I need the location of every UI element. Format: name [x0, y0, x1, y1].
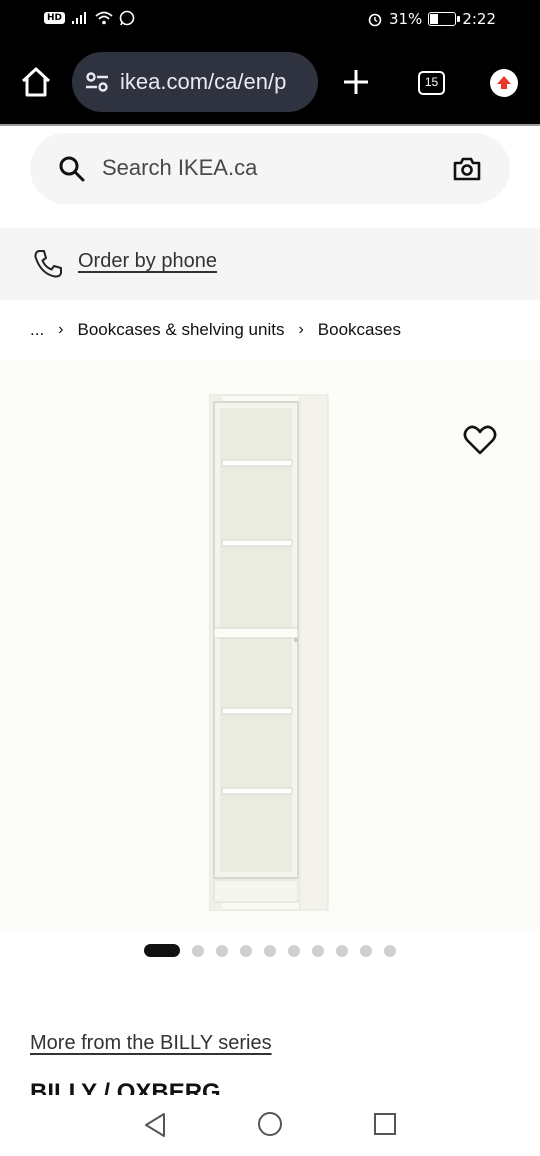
recent-apps-icon[interactable] — [373, 1112, 397, 1136]
update-button[interactable] — [490, 69, 518, 97]
url-text[interactable]: ikea.com/ca/en/p — [120, 69, 286, 95]
nav-home-icon[interactable] — [257, 1111, 283, 1137]
carousel-dot[interactable] — [288, 944, 300, 957]
product-image-bookcase — [209, 394, 329, 911]
status-left: HD — [44, 10, 135, 26]
camera-icon[interactable] — [452, 155, 482, 183]
order-by-phone-bar: Order by phone — [0, 228, 540, 300]
back-icon[interactable] — [142, 1111, 168, 1139]
alarm-icon — [368, 13, 382, 27]
home-icon[interactable] — [18, 64, 54, 100]
breadcrumb-item-bookcases[interactable]: Bookcases — [318, 320, 401, 340]
breadcrumb-ellipsis[interactable]: ... — [30, 320, 44, 340]
carousel-dot-active[interactable] — [144, 944, 180, 957]
breadcrumb-item-bookcases-shelving[interactable]: Bookcases & shelving units — [78, 320, 285, 340]
browser-toolbar: ikea.com/ca/en/p 15 — [0, 40, 540, 126]
order-by-phone-link[interactable]: Order by phone — [78, 250, 217, 273]
battery-fill — [430, 14, 439, 24]
site-settings-icon[interactable] — [84, 70, 110, 94]
breadcrumb: ... › Bookcases & shelving units › Bookc… — [30, 320, 401, 340]
toolbar-divider — [0, 124, 540, 126]
series-link[interactable]: More from the BILLY series — [30, 1032, 272, 1055]
battery-percent: 31% — [388, 10, 423, 28]
chevron-right-icon: › — [58, 321, 64, 338]
tab-switcher-button[interactable]: 15 — [418, 71, 445, 95]
new-tab-icon[interactable] — [340, 66, 372, 98]
status-bar: HD 31% 2:22 — [0, 0, 540, 40]
update-arrow-icon — [497, 76, 511, 89]
carousel-dot[interactable] — [240, 944, 252, 957]
carousel-dot[interactable] — [384, 944, 396, 957]
search-icon — [59, 156, 85, 182]
wifi-icon — [95, 11, 113, 25]
system-nav-bar — [0, 1095, 540, 1156]
hd-badge: HD — [44, 12, 66, 24]
product-image-gallery[interactable] — [0, 360, 540, 930]
status-right: 31% 2:22 — [367, 10, 496, 28]
search-input[interactable]: Search IKEA.ca — [102, 155, 257, 181]
carousel-dot[interactable] — [360, 944, 372, 957]
clock: 2:22 — [462, 10, 496, 28]
carousel-dot[interactable] — [192, 944, 204, 957]
whatsapp-icon — [119, 10, 135, 26]
carousel-dot[interactable] — [336, 944, 348, 957]
product-name: BILLY / OXBERG — [30, 1079, 221, 1095]
carousel-dot[interactable] — [312, 944, 324, 957]
search-bar[interactable]: Search IKEA.ca — [30, 133, 510, 204]
carousel-dots — [144, 944, 396, 957]
url-bar[interactable]: ikea.com/ca/en/p — [72, 52, 318, 112]
phone-icon — [34, 250, 62, 278]
signal-icon — [72, 12, 87, 24]
carousel-dot[interactable] — [216, 944, 228, 957]
battery-icon — [428, 12, 461, 26]
chevron-right-icon: › — [298, 321, 304, 338]
carousel-dot[interactable] — [264, 944, 276, 957]
heart-icon[interactable] — [462, 422, 498, 458]
